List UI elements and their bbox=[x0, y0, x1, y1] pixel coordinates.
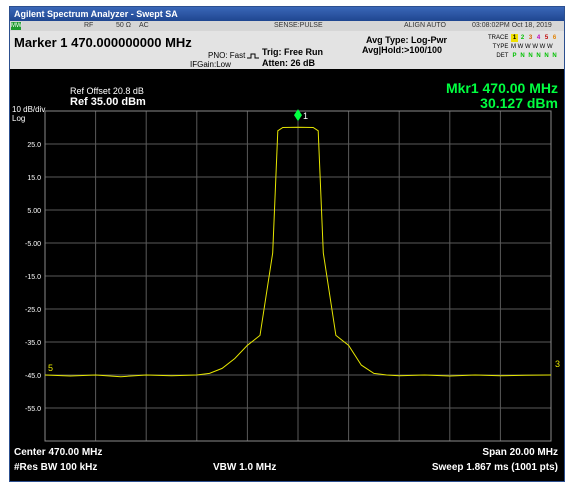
res-bw[interactable]: #Res BW 100 kHz bbox=[14, 462, 97, 473]
mode-icon[interactable]: MW bbox=[11, 22, 22, 30]
y-tick-label: -25.0 bbox=[25, 307, 41, 314]
trace-2[interactable]: 2 bbox=[519, 34, 526, 42]
y-tick-label: 5.00 bbox=[27, 208, 41, 215]
trigger-icon bbox=[247, 53, 259, 59]
trace-1[interactable]: 1 bbox=[511, 34, 518, 42]
sense-label: SENSE:PULSE bbox=[274, 22, 323, 29]
det-6: N bbox=[552, 53, 557, 59]
trace-3[interactable]: 3 bbox=[527, 34, 534, 42]
center-freq[interactable]: Center 470.00 MHz bbox=[14, 447, 102, 458]
y-tick-label: 25.0 bbox=[27, 142, 41, 149]
det-3: N bbox=[528, 53, 533, 59]
analyzer-window: Agilent Spectrum Analyzer - Swept SA MW … bbox=[9, 6, 565, 482]
type-row-label: TYPE bbox=[492, 44, 509, 50]
y-tick-label: -35.0 bbox=[25, 340, 41, 347]
datetime-label: 03:08:02PM Oct 18, 2019 bbox=[472, 22, 552, 29]
det-5: N bbox=[544, 53, 549, 59]
right-edge-marker: 3 bbox=[555, 359, 560, 369]
sweep-time[interactable]: Sweep 1.867 ms (1001 pts) bbox=[432, 462, 558, 473]
avg-hold-label: Avg|Hold:>100/100 bbox=[362, 45, 442, 55]
det-1: P bbox=[512, 53, 517, 59]
coupling-label: AC bbox=[139, 22, 149, 29]
trace-5[interactable]: 5 bbox=[543, 34, 550, 42]
det-row: DET PNNNNN bbox=[496, 52, 558, 60]
window-title: Agilent Spectrum Analyzer - Swept SA bbox=[10, 7, 564, 21]
y-tick-label: -5.00 bbox=[25, 241, 41, 248]
status-bar: MW RF 50 Ω AC SENSE:PULSE ALIGN AUTO 03:… bbox=[10, 21, 564, 31]
trace-row-label: TRACE bbox=[487, 35, 509, 41]
marker-readout[interactable]: Marker 1 470.000000000 MHz bbox=[14, 35, 192, 50]
spectrum-plot[interactable]: 25.0 15.0 5.00 -5.00 -15.0 -25.0 -35.0 -45.0 -55… bbox=[10, 69, 565, 482]
vbw[interactable]: VBW 1.0 MHz bbox=[213, 462, 276, 473]
trigger-label: Trig: Free Run bbox=[262, 47, 324, 57]
markers: 1 5 3 bbox=[48, 109, 560, 373]
pno-label: PNO: Fast bbox=[208, 51, 246, 60]
y-tick-label: -55.0 bbox=[25, 406, 41, 413]
attenuation-label: Atten: 26 dB bbox=[262, 58, 316, 68]
trace-4[interactable]: 4 bbox=[535, 34, 542, 42]
y-tick-label: -15.0 bbox=[25, 274, 41, 281]
ifgain-label: IFGain:Low bbox=[190, 60, 231, 69]
type-row: TYPE M W W W W W bbox=[493, 43, 558, 51]
det-2: N bbox=[520, 53, 525, 59]
det-4: N bbox=[536, 53, 541, 59]
graticule bbox=[44, 110, 552, 442]
y-tick-label: -45.0 bbox=[25, 373, 41, 380]
y-axis-ticks: 25.0 15.0 5.00 -5.00 -15.0 -25.0 -35.0 -45.0 -55… bbox=[25, 142, 41, 413]
impedance-label: 50 Ω bbox=[116, 22, 131, 29]
left-edge-marker: 5 bbox=[48, 363, 53, 373]
y-tick-label: 15.0 bbox=[27, 175, 41, 182]
rf-label: RF bbox=[84, 22, 94, 29]
det-row-label: DET bbox=[496, 53, 509, 59]
marker-1-label: 1 bbox=[303, 111, 308, 121]
trace-row: TRACE 123456 bbox=[488, 34, 558, 42]
plot-area: Ref Offset 20.8 dB Ref 35.00 dBm 10 dB/d… bbox=[10, 69, 565, 482]
measurement-info: Marker 1 470.000000000 MHz PNO: Fast IFG… bbox=[10, 31, 564, 69]
span[interactable]: Span 20.00 MHz bbox=[482, 447, 558, 458]
align-label: ALIGN AUTO bbox=[404, 22, 446, 29]
trace-6[interactable]: 6 bbox=[551, 34, 558, 42]
type-values: M W W W W W bbox=[511, 44, 553, 50]
